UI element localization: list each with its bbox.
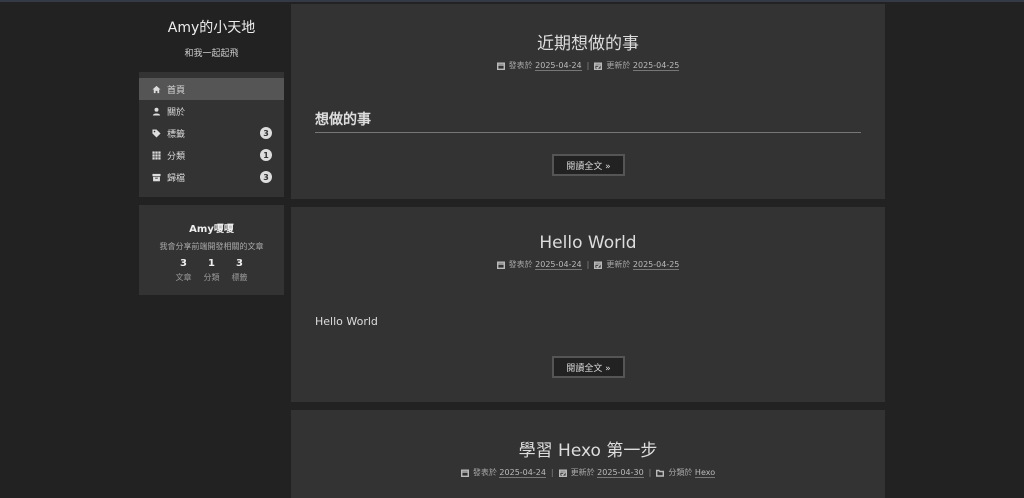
author-description: 我會分享前端開發相關的文章 — [159, 242, 264, 251]
archives-count-badge: 3 — [260, 171, 272, 183]
tags-icon — [151, 128, 161, 138]
menu-item-categories[interactable]: 分類 1 — [139, 144, 284, 166]
menu-item-label: 首頁 — [167, 85, 186, 96]
tags-count-badge: 3 — [260, 127, 272, 139]
post-title-link[interactable]: Hello World — [291, 233, 885, 253]
meta-separator: | — [648, 468, 652, 477]
menu-item-tags[interactable]: 標籤 3 — [139, 122, 284, 144]
stat-number: 3 — [236, 258, 243, 269]
author-panel: Amy嗄嗄 我會分享前端開發相關的文章 3 文章 1 分類 3 標籤 — [139, 205, 284, 295]
site-title-link[interactable]: Amy的小天地 — [139, 17, 284, 37]
user-icon — [151, 106, 161, 116]
updated-label: 更新於 — [606, 260, 631, 269]
category-link[interactable]: Hexo — [694, 468, 716, 478]
site-subtitle: 和我一起起飛 — [184, 49, 239, 59]
stat-posts[interactable]: 3 文章 — [170, 258, 198, 283]
calendar-check-icon — [594, 261, 603, 269]
post-heading: 想做的事 — [315, 109, 861, 133]
calendar-check-icon — [594, 62, 603, 70]
stat-label: 標籤 — [231, 273, 248, 282]
menu-item-label: 分類 — [167, 151, 186, 162]
meta-separator: | — [586, 61, 590, 70]
post-card: 學習 Hexo 第一步 發表於 2025-04-24 | 更新於 2025-04… — [291, 410, 885, 498]
stat-number: 3 — [180, 258, 187, 269]
updated-date: 2025-04-25 — [632, 60, 680, 71]
updated-label: 更新於 — [606, 61, 631, 70]
menu-item-label: 歸檔 — [167, 173, 186, 184]
post-excerpt: Hello World — [315, 315, 378, 328]
post-card: 近期想做的事 發表於 2025-04-24 | 更新於 2025-04-25 想… — [291, 4, 885, 199]
categories-count-badge: 1 — [260, 149, 272, 161]
updated-date: 2025-04-25 — [632, 259, 680, 270]
home-icon — [151, 84, 161, 94]
read-more-button[interactable]: 閱讀全文 » — [552, 154, 625, 176]
menu-item-archives[interactable]: 歸檔 3 — [139, 166, 284, 188]
sidebar-menu: 首頁 關於 標籤 3 分類 1 歸檔 3 — [139, 72, 284, 197]
post-meta: 發表於 2025-04-24 | 更新於 2025-04-30 | 分類於 He… — [291, 467, 885, 478]
top-accent-line — [0, 0, 1024, 2]
th-icon — [151, 150, 161, 160]
menu-item-label: 標籤 — [167, 129, 186, 140]
folder-icon — [656, 469, 665, 477]
stat-label: 分類 — [203, 273, 220, 282]
post-title-link[interactable]: 近期想做的事 — [291, 29, 885, 54]
calendar-check-icon — [558, 469, 567, 477]
posted-date: 2025-04-24 — [535, 60, 582, 71]
site-brand: Amy的小天地 和我一起起飛 — [139, 4, 284, 68]
posted-label: 發表於 — [508, 61, 533, 70]
stat-tags[interactable]: 3 標籤 — [226, 258, 254, 283]
category-label: 分類於 — [668, 468, 693, 477]
menu-item-label: 關於 — [167, 107, 186, 118]
meta-separator: | — [550, 468, 554, 477]
posted-date: 2025-04-24 — [535, 259, 582, 270]
post-meta: 發表於 2025-04-24 | 更新於 2025-04-25 — [291, 259, 885, 270]
calendar-icon — [460, 469, 469, 477]
archive-icon — [151, 172, 161, 182]
posted-date: 2025-04-24 — [499, 467, 546, 478]
updated-label: 更新於 — [570, 468, 595, 477]
meta-separator: | — [586, 260, 590, 269]
post-title-link[interactable]: 學習 Hexo 第一步 — [291, 436, 885, 461]
posted-label: 發表於 — [508, 260, 533, 269]
stat-number: 1 — [208, 258, 215, 269]
posted-label: 發表於 — [472, 468, 497, 477]
calendar-icon — [496, 62, 505, 70]
post-meta: 發表於 2025-04-24 | 更新於 2025-04-25 — [291, 60, 885, 71]
post-card: Hello World 發表於 2025-04-24 | 更新於 2025-04… — [291, 207, 885, 402]
author-name: Amy嗄嗄 — [189, 224, 234, 235]
read-more-button[interactable]: 閱讀全文 » — [552, 356, 625, 378]
menu-item-about[interactable]: 關於 — [139, 100, 284, 122]
calendar-icon — [496, 261, 505, 269]
menu-item-home[interactable]: 首頁 — [139, 78, 284, 100]
stat-label: 文章 — [175, 273, 192, 282]
updated-date: 2025-04-30 — [597, 467, 644, 478]
author-stats: 3 文章 1 分類 3 標籤 — [139, 258, 284, 283]
stat-categories[interactable]: 1 分類 — [198, 258, 226, 283]
